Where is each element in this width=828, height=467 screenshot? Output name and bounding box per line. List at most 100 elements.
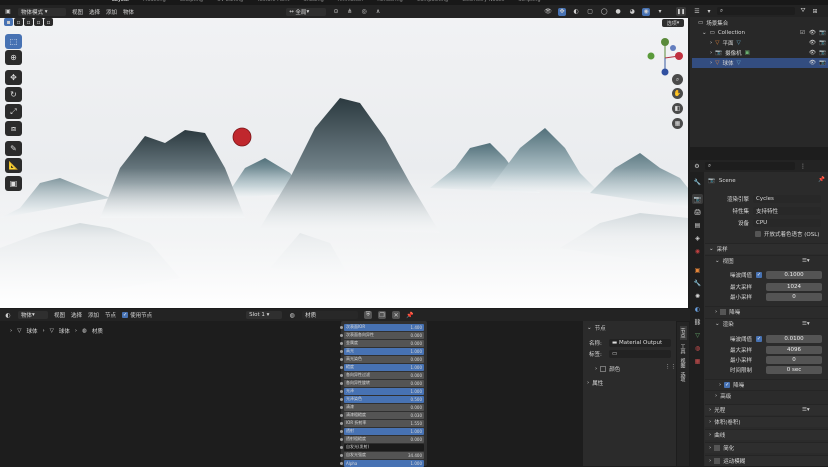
bsdf-input-row[interactable]: 光泽 1.000 — [340, 388, 424, 395]
input-socket-icon[interactable] — [340, 461, 343, 465]
world-tab-icon[interactable]: ◉ — [692, 246, 703, 256]
viewport-noise-threshold-field[interactable]: 0.1000 — [766, 270, 822, 279]
transform-tool[interactable]: ⧈ — [5, 121, 22, 136]
select-new-icon[interactable]: ▪ — [4, 18, 13, 26]
bsdf-input-row[interactable]: 自发光强度 34.400 — [340, 452, 424, 459]
preset-menu-icon[interactable]: ☰▾ — [802, 258, 810, 264]
input-socket-icon[interactable] — [340, 381, 343, 385]
input-socket-icon[interactable] — [340, 341, 343, 345]
scene-tab-icon[interactable]: ◈ — [692, 233, 703, 243]
material-tab-icon[interactable]: ◍ — [692, 343, 703, 353]
move-tool[interactable]: ✥ — [5, 70, 22, 85]
node-menu-node[interactable]: 节点 — [105, 311, 116, 319]
preset-menu-icon[interactable]: ☰▾ — [802, 321, 810, 327]
input-socket-icon[interactable] — [340, 397, 343, 401]
tab-options[interactable]: 选项 — [680, 372, 687, 382]
viewport-min-samples-field[interactable]: 0 — [766, 292, 822, 301]
cursor-tool[interactable]: ⊕ — [5, 50, 22, 65]
use-nodes-toggle[interactable]: ✓ 使用节点 — [122, 311, 152, 319]
editor-type-icon[interactable]: ▣ — [4, 8, 12, 16]
osl-checkbox[interactable] — [755, 230, 761, 237]
color-checkbox[interactable] — [600, 366, 607, 372]
pivot-icon[interactable]: ⊙ — [332, 8, 340, 16]
bsdf-input-row[interactable]: 清漆粗糙度 0.030 — [340, 412, 424, 419]
input-socket-icon[interactable] — [340, 365, 343, 369]
slot-dropdown[interactable]: Slot 1 ▾ — [246, 311, 283, 319]
view-layer-tab-icon[interactable]: ▤ — [692, 220, 703, 230]
select-invert-icon[interactable]: ▫ — [34, 18, 43, 26]
duplicate-material-icon[interactable]: ❐ — [378, 311, 387, 319]
render-noise-threshold-field[interactable]: 0.0100 — [766, 334, 822, 343]
node-menu-view[interactable]: 视图 — [54, 311, 65, 319]
bsdf-input-row[interactable]: IOR 折射率 1.550 — [340, 420, 424, 427]
menu-view[interactable]: 视图 — [72, 8, 83, 16]
camera-restrict-icon[interactable]: 📷 — [819, 60, 826, 66]
eye-icon[interactable]: 👁 — [809, 50, 816, 56]
scale-tool[interactable]: ⤢ — [5, 104, 22, 119]
display-mode-icon[interactable]: ▾ — [705, 7, 713, 15]
color-panel-menu-icon[interactable]: ⋮⋮ — [665, 364, 676, 370]
select-box-tool[interactable]: ⬚ — [5, 34, 22, 49]
outliner-row-sphere[interactable]: › ▽ 球体 ▽ 👁 📷 — [692, 58, 828, 68]
render-max-samples-field[interactable]: 4096 — [766, 345, 822, 354]
workspace-tab-uv-editing[interactable]: UV Editing — [217, 0, 243, 3]
menu-object[interactable]: 物体 — [123, 8, 134, 16]
input-socket-icon[interactable] — [340, 333, 343, 337]
node-name-field[interactable]: ▬ Material Output — [609, 339, 671, 347]
properties-type-icon[interactable]: ⚙ — [693, 162, 701, 170]
select-extend-icon[interactable]: ▫ — [14, 18, 23, 26]
outliner-type-icon[interactable]: ☰ — [693, 7, 701, 15]
bsdf-input-row[interactable]: 透射粗糙度 0.000 — [340, 436, 424, 443]
bsdf-input-row[interactable]: 次表面IOR 1.400 — [340, 324, 424, 331]
viewport-denoise-checkbox[interactable] — [720, 309, 727, 315]
input-socket-icon[interactable] — [340, 325, 343, 329]
measure-tool[interactable]: 📐 — [5, 158, 22, 173]
eye-icon[interactable]: 👁 — [809, 30, 816, 36]
node-menu-add[interactable]: 添加 — [88, 311, 99, 319]
workspace-tab-rendering[interactable]: Rendering — [377, 0, 403, 3]
bsdf-input-row[interactable]: 各向异性过滤 0.000 — [340, 372, 424, 379]
modifier-tab-icon[interactable]: 🔧 — [692, 278, 703, 288]
proportional-falloff-icon[interactable]: ∧ — [374, 8, 382, 16]
input-socket-icon[interactable] — [340, 437, 343, 441]
material-name-field[interactable]: 材质 — [302, 311, 359, 319]
simplify-checkbox[interactable] — [714, 445, 721, 451]
light-paths-panel-header[interactable]: › 光程 ☰▾ — [705, 404, 828, 415]
camera-restrict-icon[interactable]: 📷 — [819, 50, 826, 56]
gizmo-icon[interactable]: ✥ — [558, 7, 567, 16]
annotate-tool[interactable]: ✎ — [5, 141, 22, 156]
camera-view-icon[interactable]: ◧ — [672, 103, 683, 114]
perspective-icon[interactable]: ▦ — [672, 118, 683, 129]
pin-icon[interactable]: 📌 — [406, 311, 414, 319]
outliner-row-scene-collection[interactable]: ▭ 场景集合 — [692, 18, 828, 28]
node-menu-select[interactable]: 选择 — [71, 311, 82, 319]
tab-node[interactable]: 节点 — [679, 326, 687, 340]
menu-select[interactable]: 选择 — [89, 8, 100, 16]
bsdf-input-row[interactable]: 次表面各向异性 0.000 — [340, 332, 424, 339]
bsdf-input-row[interactable]: 金属度 0.000 — [340, 340, 424, 347]
input-socket-icon[interactable] — [340, 389, 343, 393]
node-editor-type-icon[interactable]: ◐ — [4, 311, 12, 319]
camera-restrict-icon[interactable]: 📷 — [819, 40, 826, 46]
bsdf-input-row[interactable]: 光泽染色 0.500 — [340, 396, 424, 403]
unlink-material-icon[interactable]: ✕ — [392, 311, 401, 319]
add-cube-tool[interactable]: ▣ — [5, 176, 22, 191]
workspace-tab-shading[interactable]: Shading — [303, 0, 323, 3]
simplify-panel-header[interactable]: › 简化 — [705, 442, 828, 453]
new-collection-icon[interactable]: ⊞ — [811, 7, 819, 15]
eye-icon[interactable]: 👁 — [809, 40, 816, 46]
bsdf-input-row[interactable]: 清漆 0.000 — [340, 404, 424, 411]
3d-viewport[interactable]: ⌕ ✋ ◧ ▦ — [0, 18, 688, 308]
navigation-gizmo[interactable] — [643, 36, 687, 80]
render-subpanel-header[interactable]: ⌄ 渲染 ☰▾ — [705, 318, 828, 329]
pan-icon[interactable]: ✋ — [672, 88, 683, 99]
outliner-row-camera[interactable]: › 📷 摄像机 ▣ 👁 📷 — [692, 48, 828, 58]
tool-tab-icon[interactable]: 🔧 — [692, 177, 703, 187]
properties-options-icon[interactable]: ⋮ — [799, 162, 807, 170]
bsdf-input-row[interactable]: 透射 1.000 — [340, 428, 424, 435]
outliner-row-plane[interactable]: › ▽ 平面 ▽ 👁 📷 — [692, 38, 828, 48]
render-denoise-header[interactable]: › ✓ 降噪 — [705, 379, 828, 390]
outliner-search[interactable]: ⌕ — [717, 7, 795, 15]
viewport-subpanel-header[interactable]: ⌄ 视图 ☰▾ — [705, 255, 828, 266]
input-socket-icon[interactable] — [340, 405, 343, 409]
